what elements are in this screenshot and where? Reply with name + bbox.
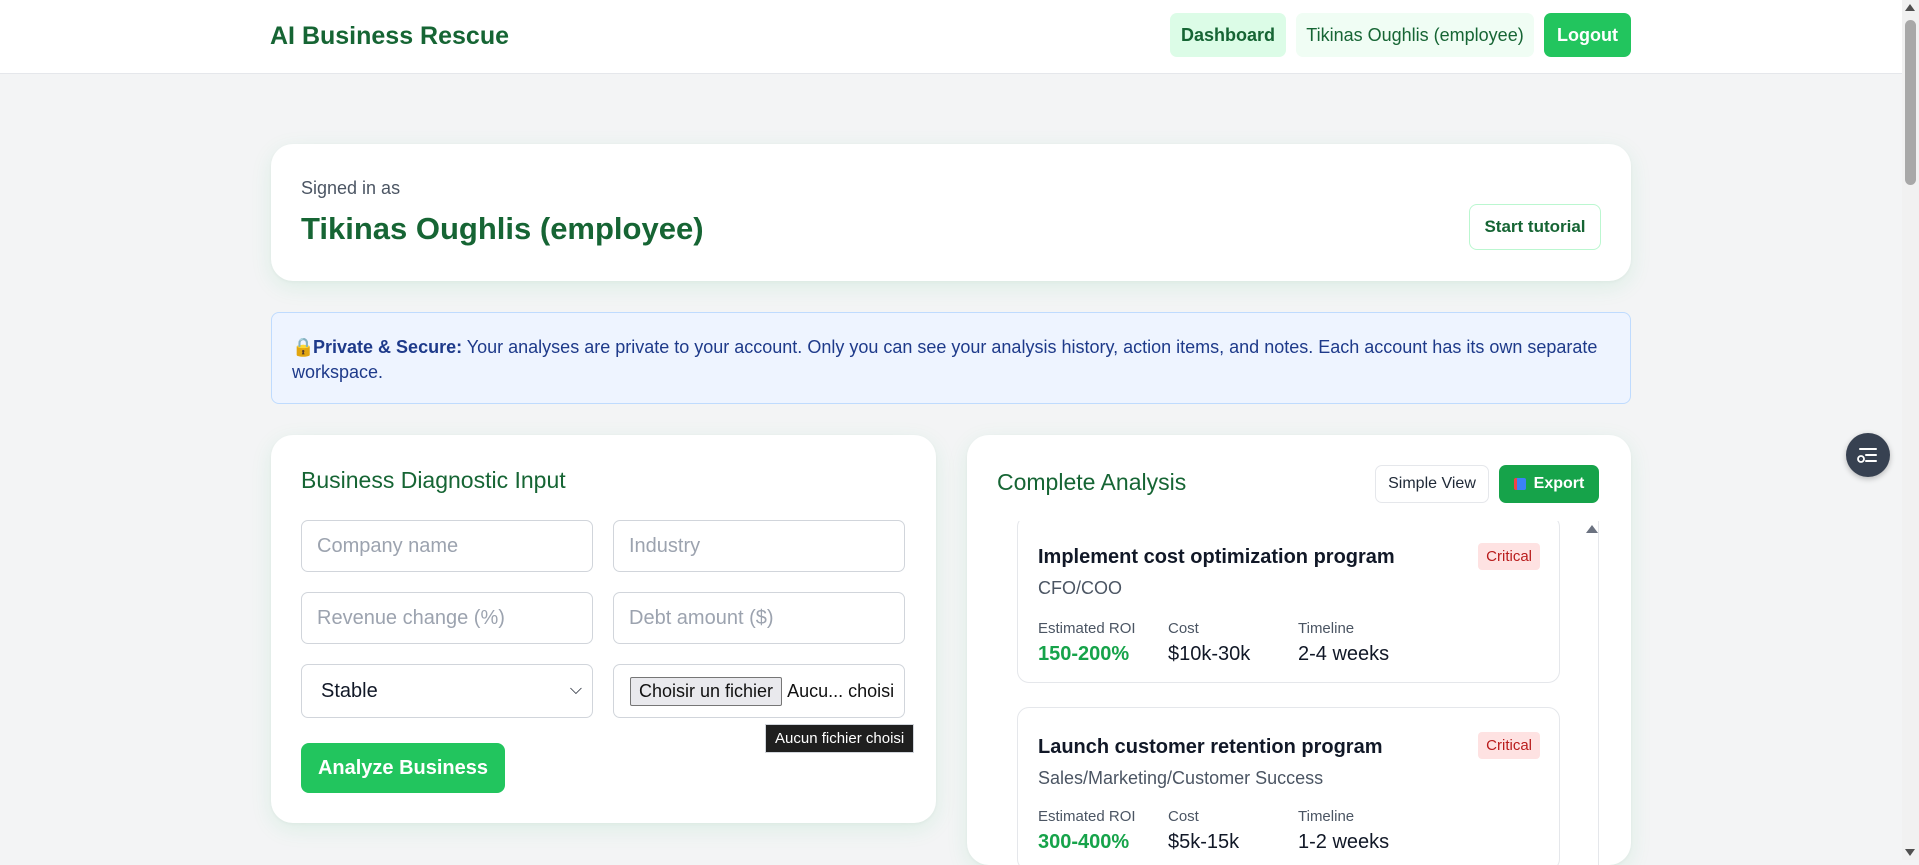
privacy-text: Your analyses are private to your accoun… [292,337,1598,382]
analysis-title: Complete Analysis [997,469,1187,495]
start-tutorial-button[interactable]: Start tutorial [1469,204,1601,250]
lock-icon: 🔒 [292,337,315,357]
export-label: Export [1533,475,1585,492]
export-button[interactable]: Export [1499,465,1599,503]
recommendation-owner: Sales/Marketing/Customer Success [1038,768,1324,788]
cost-label: Cost [1168,620,1199,637]
file-upload-input[interactable]: Choisir un fichier Aucu... choisi [613,664,905,718]
priority-badge: Critical [1478,732,1540,759]
recommendation-title: Implement cost optimization program [1038,546,1395,568]
trend-select-value: Stable [321,679,378,702]
roi-value: 300-400% [1038,831,1130,853]
debt-amount-input[interactable]: Debt amount ($) [613,592,905,644]
roi-label: Estimated ROI [1038,620,1136,637]
choose-file-button[interactable]: Choisir un fichier [630,676,783,706]
dashboard-button[interactable]: Dashboard [1170,13,1286,57]
timeline-label: Timeline [1298,620,1355,637]
signed-in-label: Signed in as [301,178,401,198]
timeline-value: 1-2 weeks [1298,831,1390,853]
user-profile-button[interactable]: Tikinas Oughlis (employee) [1296,13,1534,57]
scrollbar-track [1598,521,1599,865]
timeline-value: 2-4 weeks [1298,643,1390,665]
company-name-input[interactable]: Company name [301,520,593,572]
recommendation-card: Implement cost optimization program CFO/… [1017,521,1560,683]
diagnostic-title: Business Diagnostic Input [301,467,566,493]
floating-menu-button[interactable] [1846,433,1890,477]
priority-badge: Critical [1478,543,1540,570]
recommendation-owner: CFO/COO [1038,578,1122,598]
scrollbar-thumb[interactable] [1905,20,1916,185]
industry-input[interactable]: Industry [613,520,905,572]
analyze-business-button[interactable]: Analyze Business [301,743,505,793]
brand-logo[interactable]: AI Business Rescue [270,22,509,51]
revenue-change-input[interactable]: Revenue change (%) [301,592,593,644]
complete-analysis-card: Complete Analysis Simple View Export Imp… [967,435,1631,865]
top-navbar: AI Business Rescue Dashboard Tikinas Oug… [0,0,1902,74]
inner-scrollbar[interactable] [1583,521,1599,865]
roi-value: 150-200% [1038,643,1130,665]
cost-label: Cost [1168,808,1199,825]
page-scrollbar[interactable] [1902,0,1919,860]
chevron-down-icon: ⌵ [569,681,582,698]
book-icon [1513,478,1526,490]
roi-label: Estimated ROI [1038,808,1136,825]
privacy-notice: 🔒 Private & Secure: Your analyses are pr… [271,312,1631,404]
signed-in-name: Tikinas Oughlis (employee) [301,211,704,246]
signed-in-card: Signed in as Tikinas Oughlis (employee) … [271,144,1631,281]
diagnostic-input-card: Business Diagnostic Input Company name I… [271,435,936,823]
scroll-down-icon[interactable] [1905,849,1915,856]
recommendations-scroll-area[interactable]: Implement cost optimization program CFO/… [967,521,1631,865]
trend-select[interactable]: Stable ⌵ [301,664,593,718]
logout-button[interactable]: Logout [1544,13,1631,57]
cost-value: $5k-15k [1168,831,1240,853]
privacy-title: Private & Secure: [313,337,463,357]
timeline-label: Timeline [1298,808,1355,825]
cost-value: $10k-30k [1168,643,1251,665]
list-settings-icon [1857,448,1877,463]
file-tooltip: Aucun fichier choisi [765,724,915,753]
recommendation-title: Launch customer retention program [1038,736,1383,758]
scroll-up-icon[interactable] [1905,4,1915,11]
file-status-text: Aucu... choisi [787,680,895,701]
recommendation-card: Launch customer retention program Sales/… [1017,707,1560,865]
scroll-up-arrow-icon[interactable] [1586,525,1598,533]
simple-view-button[interactable]: Simple View [1375,465,1489,503]
